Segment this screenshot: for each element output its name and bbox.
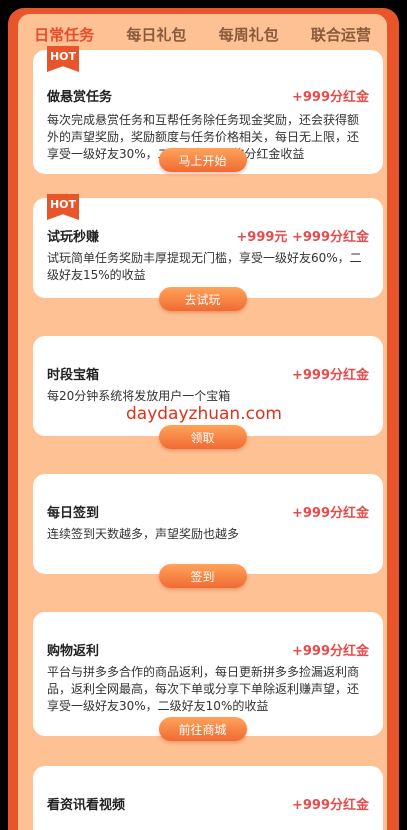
- task-description: 每20分钟系统将发放用户一个宝箱: [47, 389, 231, 403]
- task-reward: +999元 +999分红金: [236, 230, 369, 245]
- task-card-news-video: 看资讯看视频 +999分红金: [33, 766, 383, 830]
- task-reward: +999分红金: [291, 644, 369, 659]
- watermark: daydayzhuan.com: [126, 404, 282, 424]
- task-reward: +999分红金: [291, 90, 369, 105]
- tab-daily-tasks[interactable]: 日常任务: [32, 20, 96, 49]
- task-description: 连续签到天数越多，声望奖励也越多: [47, 527, 240, 541]
- tab-joint-operation[interactable]: 联合运营: [309, 20, 373, 49]
- task-description: 试玩简单任务奖励丰厚提现无门槛，享受一级好友60%，二级好友15%的收益: [47, 251, 362, 282]
- task-title: 做悬赏任务: [47, 90, 113, 105]
- task-card-sign-in: 每日签到 +999分红金 连续签到天数越多，声望奖励也越多: [33, 474, 383, 574]
- tab-weekly-gift[interactable]: 每周礼包: [217, 20, 281, 49]
- task-reward: +999分红金: [291, 368, 369, 383]
- claim-button[interactable]: 领取: [158, 425, 247, 449]
- task-card-trial: HOT 试玩秒赚 +999元 +999分红金 试玩简单任务奖励丰厚提现无门槛，享…: [33, 194, 383, 298]
- hot-badge: HOT: [47, 46, 79, 72]
- task-description: 平台与拼多多合作的商品返利，每日更新拼多多捡漏返利商品，返利全网最高，每次下单或…: [47, 665, 360, 713]
- task-title: 每日签到: [47, 506, 100, 521]
- start-now-button[interactable]: 马上开始: [158, 148, 247, 172]
- task-title: 看资讯看视频: [47, 798, 126, 813]
- task-title: 试玩秒赚: [47, 230, 100, 245]
- task-title: 购物返利: [47, 644, 100, 659]
- task-title: 时段宝箱: [47, 368, 100, 383]
- sign-in-button[interactable]: 签到: [158, 564, 247, 588]
- tab-daily-gift[interactable]: 每日礼包: [124, 20, 188, 49]
- task-reward: +999分红金: [291, 506, 369, 521]
- task-reward: +999分红金: [291, 798, 369, 813]
- hot-badge: HOT: [47, 194, 79, 220]
- try-play-button[interactable]: 去试玩: [158, 287, 247, 311]
- go-to-mall-button[interactable]: 前往商城: [158, 717, 247, 741]
